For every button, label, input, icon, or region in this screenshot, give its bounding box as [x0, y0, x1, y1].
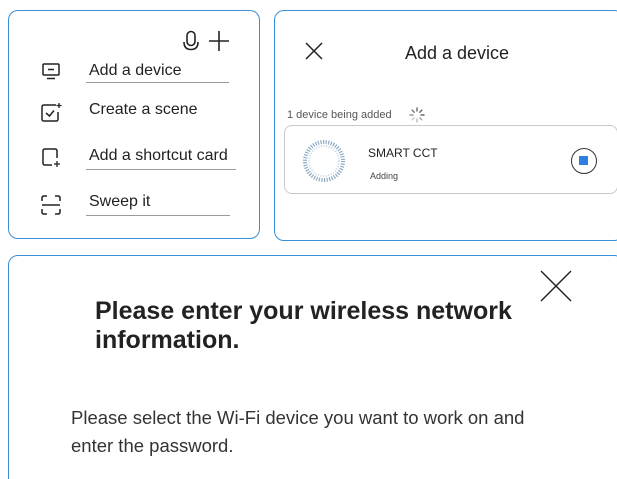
shortcut-card-icon	[42, 148, 60, 167]
adding-count-text: 1 device being added	[287, 109, 392, 121]
microphone-icon[interactable]	[182, 30, 200, 54]
wifi-info-panel: Please enter your wireless network infor…	[8, 255, 617, 479]
menu-item-label: Add a device	[89, 62, 182, 79]
device-name: SMART CCT	[368, 146, 438, 160]
loading-ring-icon	[303, 140, 345, 182]
menu-item-add-shortcut-card[interactable]: Add a shortcut card	[9, 141, 261, 173]
menu-item-sweep-it[interactable]: Sweep it	[9, 189, 261, 221]
device-status: Adding	[370, 171, 399, 181]
menu-item-label: Sweep it	[89, 193, 151, 210]
menu-item-add-device[interactable]: Add a device	[9, 55, 261, 87]
stop-icon	[579, 156, 588, 165]
menu-item-underline	[86, 169, 236, 170]
instruction-text: Please select the Wi-Fi device you want …	[71, 407, 525, 456]
menu-item-label: Create a scene	[89, 101, 198, 118]
menu-item-underline	[86, 82, 229, 83]
scene-icon	[41, 103, 62, 122]
scan-icon	[41, 195, 61, 215]
add-device-panel: Add a device 1 device being added SMART …	[274, 10, 617, 241]
device-card[interactable]: SMART CCT Adding	[284, 125, 617, 194]
stop-button[interactable]	[571, 148, 597, 174]
spinner-icon	[409, 107, 425, 123]
close-icon[interactable]	[539, 269, 573, 303]
menu-item-label: Add a shortcut card	[89, 147, 228, 164]
plus-icon[interactable]	[207, 29, 231, 53]
page-title: Please enter your wireless network infor…	[95, 297, 512, 354]
menu-item-underline	[86, 215, 230, 216]
close-icon[interactable]	[304, 41, 324, 61]
page-title: Add a device	[405, 43, 510, 63]
device-icon	[42, 63, 60, 80]
menu-item-create-scene[interactable]: Create a scene	[9, 97, 261, 129]
quick-menu-panel: Add a device Create a scene Add a shortc…	[8, 10, 260, 239]
